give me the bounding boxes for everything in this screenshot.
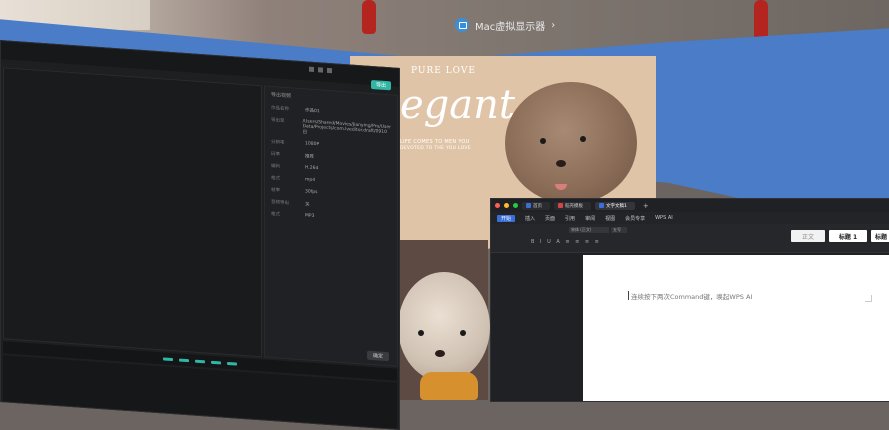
display-icon: [455, 18, 469, 32]
export-button[interactable]: 导出: [370, 79, 391, 91]
style-normal[interactable]: 正文: [791, 230, 825, 242]
tab-templates[interactable]: 稻壳模板: [554, 201, 591, 210]
dog-eye: [418, 330, 424, 336]
wps-ai-prompt[interactable]: 连续按下两次Command键，唤起WPS AI: [631, 291, 752, 301]
timeline-tool-icon[interactable]: [211, 360, 221, 364]
property-key: 帧率: [271, 187, 280, 194]
style-heading-1[interactable]: 标题 1: [829, 230, 867, 242]
dog-nose: [556, 160, 566, 167]
property-key: 音频导出: [271, 199, 289, 207]
property-key: 格式: [271, 211, 280, 218]
property-key: 作品名称: [271, 105, 289, 113]
video-editor-window: 导出 导出视频 作品名称 作品01 导出至 /Users/Shared/Movi…: [0, 40, 400, 430]
tab-document[interactable]: 文字文稿1: [595, 201, 635, 210]
poster-line-2: DEVOTED TO THE YOU LOVE: [400, 146, 471, 151]
tab-label: 文字文稿1: [606, 203, 627, 209]
tab-home[interactable]: 首页: [522, 201, 550, 210]
timeline-tool-icon[interactable]: [195, 359, 205, 363]
window-icon[interactable]: [327, 67, 332, 74]
property-key: 编码: [271, 163, 280, 170]
poster-title-script: egant: [400, 82, 515, 128]
menu-start[interactable]: 开始: [497, 214, 516, 222]
wps-writer-window: 首页 稻壳模板 文字文稿1 + 开始 插入 页面 引用 审阅 视图 会员专享 W…: [490, 198, 889, 402]
property-key: 导出至: [271, 117, 285, 124]
menu-member[interactable]: 会员专享: [625, 215, 645, 222]
menu-insert[interactable]: 插入: [525, 215, 535, 222]
dog-eye: [540, 138, 546, 144]
window-controls: [309, 66, 332, 74]
dog-eye: [460, 330, 466, 336]
poster-line-1: LIFE COMES TO MEN YOU: [400, 139, 470, 145]
formatting-toolbar: 宋体 (正文) 五号 B I U A ≡ ≡ ≡ ≡ 正文 标题 1 标题: [491, 224, 889, 253]
confirm-button[interactable]: 确定: [366, 350, 389, 362]
minimize-window-icon[interactable]: [504, 203, 509, 208]
new-tab-button[interactable]: +: [643, 202, 649, 210]
property-value[interactable]: MP3: [305, 213, 391, 225]
tab-label: 首页: [533, 203, 542, 209]
dog-head-top: [505, 82, 637, 204]
properties-pane: 导出 导出视频 作品名称 作品01 导出至 /Users/Shared/Movi…: [264, 79, 398, 367]
property-value[interactable]: /Users/Shared/Movies/Jianying/Pro/User D…: [303, 119, 391, 141]
zoom-window-icon[interactable]: [513, 203, 518, 208]
dog-eye: [580, 136, 586, 142]
page-corner-mark: [865, 295, 872, 302]
property-key: 分辨率: [271, 139, 285, 146]
tab-label: 稻壳模板: [565, 203, 583, 209]
timeline-tool-icon[interactable]: [163, 356, 173, 361]
poster-title-small: PURE LOVE: [411, 66, 476, 76]
mac-virtual-display-label: Mac虚拟显示器: [475, 21, 546, 33]
ribbon-menu: 开始 插入 页面 引用 审阅 视图 会员专享 WPS AI: [491, 212, 889, 224]
home-tab-icon: [526, 203, 531, 208]
window-icon[interactable]: [318, 67, 323, 73]
window-icon[interactable]: [309, 66, 314, 72]
red-vase: [754, 0, 768, 40]
menu-review[interactable]: 审阅: [585, 215, 595, 222]
property-key: 格式: [271, 175, 280, 182]
text-cursor: [628, 291, 629, 300]
menu-view[interactable]: 视图: [605, 215, 615, 222]
menu-page[interactable]: 页面: [545, 215, 555, 222]
chevron-right-icon: ›: [551, 19, 556, 31]
menu-reference[interactable]: 引用: [565, 215, 575, 222]
font-family-select[interactable]: 宋体 (正文): [569, 227, 609, 233]
dog-scarf: [420, 372, 478, 400]
style-heading-2[interactable]: 标题: [871, 230, 889, 242]
font-size-select[interactable]: 五号: [611, 227, 627, 233]
format-buttons[interactable]: B I U A ≡ ≡ ≡ ≡: [531, 239, 601, 245]
dog-head-bottom: [398, 272, 490, 382]
wps-tab-bar: 首页 稻壳模板 文字文稿1 +: [491, 199, 889, 212]
preview-pane: [3, 67, 262, 358]
template-tab-icon: [558, 203, 563, 208]
property-key: 码率: [271, 151, 280, 158]
timeline-tool-icon[interactable]: [227, 361, 237, 366]
mac-virtual-display-button[interactable]: Mac虚拟显示器 ›: [455, 15, 555, 35]
dog-nose: [435, 350, 445, 357]
close-window-icon[interactable]: [495, 203, 500, 208]
menu-wps-ai[interactable]: WPS AI: [655, 215, 673, 221]
timeline-tool-icon[interactable]: [179, 358, 189, 362]
document-page[interactable]: [583, 255, 889, 401]
red-vase: [362, 0, 376, 34]
document-tab-icon: [599, 203, 604, 208]
